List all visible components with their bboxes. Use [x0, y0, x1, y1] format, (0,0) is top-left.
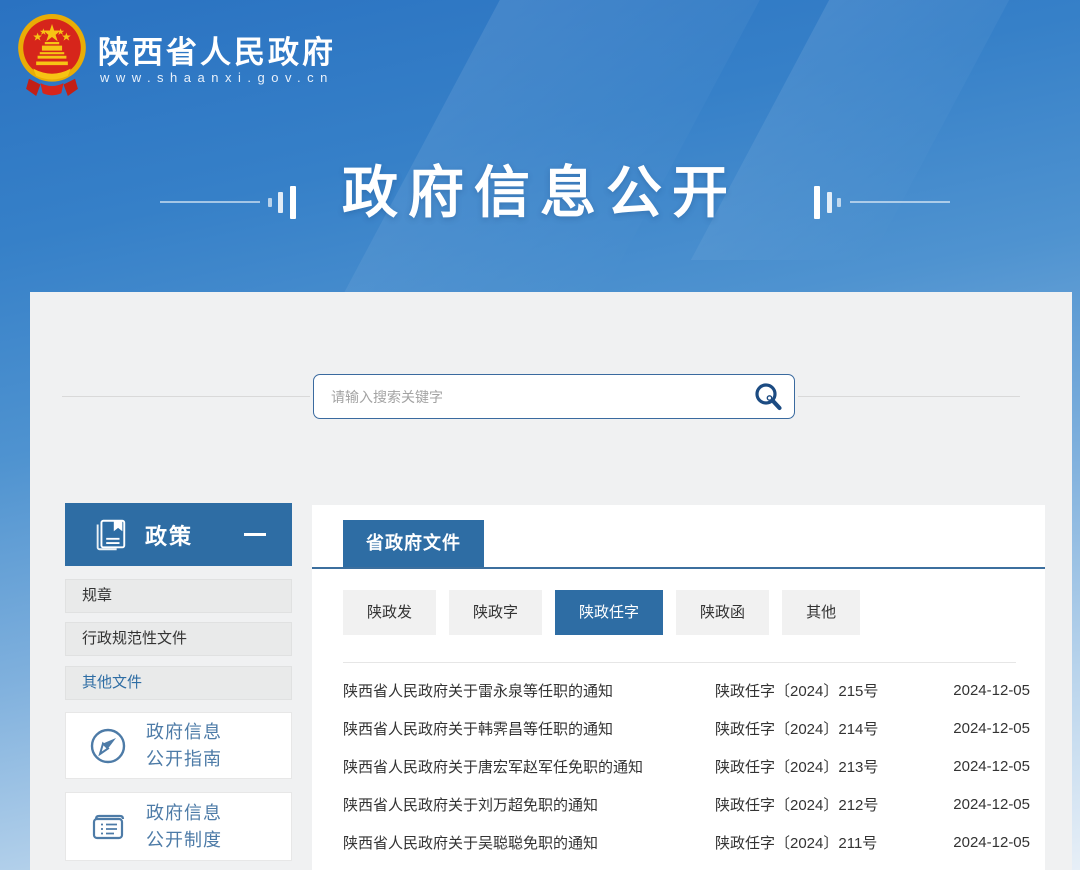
document-list: 陕西省人民政府关于雷永泉等任职的通知 陕政任字〔2024〕215号 2024-1…	[343, 671, 1030, 861]
subtab-shanzhenghan[interactable]: 陕政函	[676, 590, 769, 635]
document-list-panel: 省政府文件 陕政发 陕政字 陕政任字 陕政函 其他 陕西省人民政府关于雷永泉等任…	[312, 505, 1045, 870]
document-number: 陕政任字〔2024〕215号	[715, 680, 938, 701]
collapse-minus-icon[interactable]	[244, 533, 266, 536]
subtab-shanzhengrenzi[interactable]: 陕政任字	[555, 590, 663, 635]
compass-icon	[88, 726, 128, 766]
document-number: 陕政任字〔2024〕212号	[715, 794, 938, 815]
site-title[interactable]: 陕西省人民政府	[98, 27, 336, 72]
search-icon	[752, 381, 784, 413]
document-title-link[interactable]: 陕西省人民政府关于韩霁昌等任职的通知	[343, 718, 715, 739]
sidebar-item-other-documents[interactable]: 其他文件	[65, 666, 292, 700]
search-divider-left	[62, 396, 310, 397]
list-divider	[343, 662, 1016, 663]
tab-underline	[312, 567, 1045, 569]
document-number: 陕政任字〔2024〕213号	[715, 756, 938, 777]
sidebar-item-regulations[interactable]: 规章	[65, 579, 292, 613]
national-emblem-icon	[16, 9, 88, 101]
search-input[interactable]	[314, 375, 734, 418]
hero-decoration-left	[160, 184, 310, 220]
document-date: 2024-12-05	[938, 720, 1030, 737]
document-title-link[interactable]: 陕西省人民政府关于刘万超免职的通知	[343, 794, 715, 815]
site-url: www.shaanxi.gov.cn	[100, 70, 334, 85]
document-date: 2024-12-05	[938, 796, 1030, 813]
document-number: 陕政任字〔2024〕214号	[715, 718, 938, 739]
sidebar-section-label: 政策	[145, 519, 193, 551]
table-row[interactable]: 陕西省人民政府关于吴聪聪免职的通知 陕政任字〔2024〕211号 2024-12…	[343, 823, 1030, 861]
search-bar	[313, 374, 795, 419]
search-divider-right	[798, 396, 1020, 397]
sidebar-item-administrative-normative-docs[interactable]: 行政规范性文件	[65, 622, 292, 656]
document-title-link[interactable]: 陕西省人民政府关于唐宏军赵军任免职的通知	[343, 756, 715, 777]
sidebar-card-disclosure-system[interactable]: 政府信息 公开制度	[65, 792, 292, 861]
table-row[interactable]: 陕西省人民政府关于刘万超免职的通知 陕政任字〔2024〕212号 2024-12…	[343, 785, 1030, 823]
page: 陕西省人民政府 www.shaanxi.gov.cn 政府信息公开 政策	[0, 0, 1080, 870]
document-date: 2024-12-05	[938, 682, 1030, 699]
document-category-tabs: 陕政发 陕政字 陕政任字 陕政函 其他	[343, 590, 860, 635]
hero-decoration-right	[800, 184, 950, 220]
sidebar-card-label: 政府信息 公开制度	[146, 800, 222, 852]
document-title-link[interactable]: 陕西省人民政府关于吴聪聪免职的通知	[343, 832, 715, 853]
subtab-shanzhengzi[interactable]: 陕政字	[449, 590, 542, 635]
subtab-other[interactable]: 其他	[782, 590, 860, 635]
table-row[interactable]: 陕西省人民政府关于雷永泉等任职的通知 陕政任字〔2024〕215号 2024-1…	[343, 671, 1030, 709]
sidebar-section-policy[interactable]: 政策	[65, 503, 292, 566]
sidebar-card-disclosure-guide[interactable]: 政府信息 公开指南	[65, 712, 292, 779]
tab-provincial-gov-documents[interactable]: 省政府文件	[343, 520, 484, 567]
document-icon	[88, 807, 128, 847]
document-number: 陕政任字〔2024〕211号	[715, 832, 938, 853]
document-title-link[interactable]: 陕西省人民政府关于雷永泉等任职的通知	[343, 680, 715, 701]
document-date: 2024-12-05	[938, 758, 1030, 775]
table-row[interactable]: 陕西省人民政府关于唐宏军赵军任免职的通知 陕政任字〔2024〕213号 2024…	[343, 747, 1030, 785]
table-row[interactable]: 陕西省人民政府关于韩霁昌等任职的通知 陕政任字〔2024〕214号 2024-1…	[343, 709, 1030, 747]
sidebar-card-label: 政府信息 公开指南	[146, 719, 222, 771]
document-date: 2024-12-05	[938, 834, 1030, 851]
search-button[interactable]	[752, 381, 784, 413]
book-icon	[91, 516, 129, 554]
subtab-shanzhengfa[interactable]: 陕政发	[343, 590, 436, 635]
